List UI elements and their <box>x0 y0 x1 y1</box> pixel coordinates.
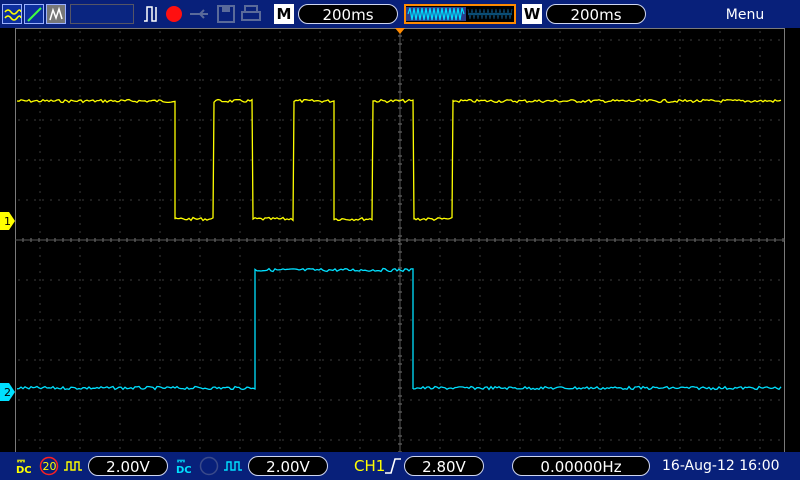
ch1-waveform <box>16 98 782 222</box>
ch2-invert-icon <box>224 461 242 471</box>
window-timebase-label: W <box>522 4 542 24</box>
run-mode-icon[interactable] <box>2 4 22 24</box>
ch1-ground-marker[interactable]: 1 <box>0 212 15 230</box>
usb-icon <box>188 4 212 24</box>
frequency-counter: 0.00000Hz <box>512 456 650 476</box>
ch1-bw-limit-icon: 20 <box>39 456 59 476</box>
save-icon[interactable] <box>216 4 236 24</box>
ch2-ground-marker[interactable]: 2 <box>0 383 15 401</box>
print-icon[interactable] <box>240 4 262 24</box>
display-icon[interactable] <box>46 4 66 24</box>
ch1-marker-label: 1 <box>4 215 11 228</box>
memory-position-indicator[interactable] <box>404 4 516 24</box>
ch2-marker-label: 2 <box>4 386 11 399</box>
ch1-volts-per-div[interactable]: 2.00V <box>88 456 168 476</box>
menu-button[interactable]: Menu <box>690 4 800 24</box>
status-box <box>70 4 134 24</box>
window-timebase-value[interactable]: 200ms <box>546 4 646 24</box>
record-icon[interactable] <box>164 4 184 24</box>
waveform-traces <box>16 28 782 391</box>
ch1-bw-limit-label: 20 <box>43 460 57 473</box>
ch2-waveform <box>16 267 782 391</box>
ch1-coupling-label: DC <box>16 465 32 476</box>
date-time: 16-Aug-12 16:00 <box>662 458 780 474</box>
trigger-source[interactable]: CH1 <box>354 456 385 476</box>
trigger-position-marker <box>395 28 405 34</box>
trigger-icon <box>142 4 160 24</box>
ch2-coupling-label: DC <box>176 465 192 476</box>
main-timebase-label: M <box>274 4 294 24</box>
top-status-bar: M 200ms W 200ms Menu <box>0 0 800 28</box>
ch2-volts-per-div[interactable]: 2.00V <box>248 456 328 476</box>
trigger-level[interactable]: 2.80V <box>404 456 484 476</box>
ch1-invert-icon <box>64 461 82 471</box>
main-timebase-value[interactable]: 200ms <box>298 4 398 24</box>
trigger-edge-rising-icon <box>385 458 401 474</box>
ch2-bw-limit-icon <box>199 456 219 476</box>
cursor-icon[interactable] <box>24 4 44 24</box>
waveform-display <box>15 28 785 453</box>
bottom-status-bar: ⎓ DC 20 2.00V ⎓ DC 2.00V CH1 2.80V 0.000… <box>0 452 800 480</box>
